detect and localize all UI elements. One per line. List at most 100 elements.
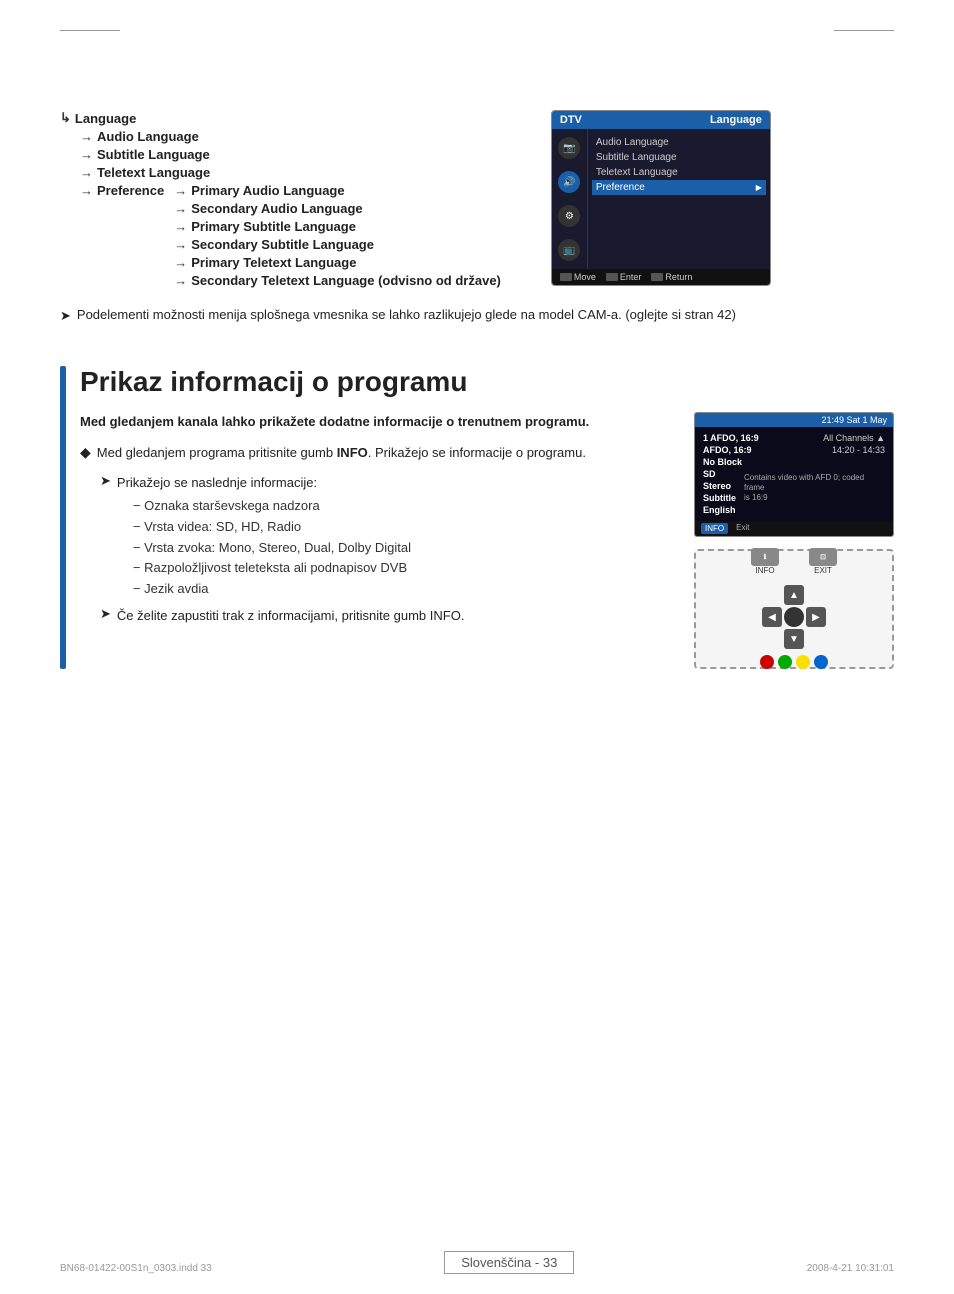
bullet-diamond: ◆ — [80, 444, 91, 461]
remote-buttons: ℹ INFO ⊡ EXIT ▲ — [751, 548, 837, 669]
page-bottom: BN68-01422-00S1n_0303.indd 33 Slovenščin… — [0, 1251, 954, 1274]
primary-subtitle-label: Primary Subtitle Language — [191, 219, 356, 234]
info-screen-body: 1 AFDO, 16:9 All Channels ▲ AFDO, 16:9 1… — [695, 427, 893, 521]
tv-menu-subtitle: Subtitle Language — [596, 150, 762, 165]
section2-with-panel: Med gledanjem kanala lahko prikažete dod… — [80, 412, 894, 669]
tv-info-screen: 21:49 Sat 1 May 1 AFDO, 16:9 All Channel… — [694, 412, 894, 537]
language-tree: ↳ Language → Audio Language → Subtitle L… — [60, 110, 501, 291]
info-row-6-left: English — [703, 505, 736, 515]
tree-preference: → Preference — [80, 183, 164, 198]
tv-footer-return: Return — [651, 272, 692, 282]
tv-header: DTV Language — [552, 111, 770, 129]
return-icon — [651, 273, 663, 281]
subnote2-arrow: ➤ — [100, 606, 111, 622]
info-row-3-4: SD Stereo Subtitle English Contains vide… — [703, 469, 885, 515]
tree-primary-subtitle: → Primary Subtitle Language — [174, 219, 501, 234]
secondary-teletext-label: Secondary Teletext Language (odvisno od … — [191, 273, 501, 288]
info-row-1-right: 14:20 - 14:33 — [832, 445, 885, 455]
nav-down: ▼ — [784, 629, 804, 649]
audio-language-label: Audio Language — [97, 129, 199, 144]
tree-secondary-subtitle: → Secondary Subtitle Language — [174, 237, 501, 252]
tree-teletext-language: → Teletext Language — [80, 165, 501, 180]
file-info: BN68-01422-00S1n_0303.indd 33 — [60, 1263, 212, 1274]
info-screen-header: 21:49 Sat 1 May — [695, 413, 893, 427]
tree-preference-row: → Preference → Primary Audio Language → … — [60, 183, 501, 291]
tree-audio-language: → Audio Language — [80, 129, 501, 144]
section1-note: ➤ Podelementi možnosti menija splošnega … — [60, 305, 894, 326]
primary-audio-arrow: → — [174, 183, 187, 198]
bullet-content: Med gledanjem programa pritisnite gumb I… — [97, 443, 658, 463]
info-btn: INFO — [701, 523, 728, 534]
subnote1: ➤ Prikažejo se naslednje informacije: Oz… — [100, 473, 658, 600]
enter-icon — [606, 273, 618, 281]
dash-list: Oznaka starševskega nadzora Vrsta videa:… — [133, 496, 411, 600]
info-row-4-left: Stereo — [703, 481, 736, 491]
tv-icon-4: 📺 — [558, 239, 580, 261]
info-row-2-left: No Block — [703, 457, 742, 467]
preference-children: → Primary Audio Language → Secondary Aud… — [174, 183, 501, 291]
tree-subtitle-language: → Subtitle Language — [80, 147, 501, 162]
info-row-1: AFDO, 16:9 14:20 - 14:33 — [703, 445, 885, 455]
secondary-audio-arrow: → — [174, 201, 187, 216]
tv-sidebar: 📷 🔊 ⚙ 📺 — [552, 129, 588, 269]
exit-btn-group: ⊡ EXIT — [809, 548, 837, 575]
top-border-right — [834, 30, 894, 31]
bullet-text1: Med gledanjem programa pritisnite gumb — [97, 445, 337, 460]
subnote1-content: Prikažejo se naslednje informacije: Ozna… — [117, 473, 411, 600]
secondary-subtitle-label: Secondary Subtitle Language — [191, 237, 374, 252]
section2-content: Prikaz informacij o programu Med gledanj… — [80, 366, 894, 669]
tv-menu-teletext: Teletext Language — [596, 165, 762, 180]
info-row-0-right: All Channels ▲ — [823, 433, 885, 443]
tv-menu-preference: Preference — [592, 180, 766, 195]
info-row-2: No Block — [703, 457, 885, 467]
info-row-0-left: 1 AFDO, 16:9 — [703, 433, 759, 443]
info-row-0: 1 AFDO, 16:9 All Channels ▲ — [703, 433, 885, 443]
dash-item-2: Vrsta zvoka: Mono, Stereo, Dual, Dolby D… — [133, 538, 411, 559]
info-left-col: SD Stereo Subtitle English — [703, 469, 736, 515]
language-section: ↳ Language → Audio Language → Subtitle L… — [60, 100, 894, 291]
tv-content: Audio Language Subtitle Language Teletex… — [588, 129, 770, 269]
remote-info-label: INFO — [755, 566, 774, 575]
note-content: Podelementi možnosti menija splošnega vm… — [77, 305, 736, 325]
dash-item-1: Vrsta videa: SD, HD, Radio — [133, 517, 411, 538]
preference-label: Preference — [97, 183, 164, 198]
secondary-subtitle-arrow: → — [174, 237, 187, 252]
yellow-button — [796, 655, 810, 669]
preference-left: → Preference — [60, 183, 164, 201]
info-btn-group: ℹ INFO — [751, 548, 779, 575]
section2-title: Prikaz informacij o programu — [80, 366, 894, 398]
nav-middle-row: ◀ ▶ — [762, 607, 826, 627]
tv-icon-2: 🔊 — [558, 171, 580, 193]
tv-footer-move: Move — [560, 272, 596, 282]
subnotes-container: ➤ Prikažejo se naslednje informacije: Oz… — [100, 473, 658, 626]
nav-up: ▲ — [784, 585, 804, 605]
preference-arrow: → — [80, 183, 93, 198]
top-border-left — [60, 30, 120, 31]
section-bar — [60, 366, 66, 669]
info-exit-label: Exit — [736, 523, 749, 534]
section2-intro: Med gledanjem kanala lahko prikažete dod… — [80, 412, 658, 432]
tv-menu-audio: Audio Language — [596, 135, 762, 150]
info-screens-column: 21:49 Sat 1 May 1 AFDO, 16:9 All Channel… — [694, 412, 894, 669]
dash-item-3: Razpoložljivost teleteksta ali podnapiso… — [133, 558, 411, 579]
dash-item-4: Jezik avdia — [133, 579, 411, 600]
language-arrow: ↳ — [60, 110, 71, 126]
subtitle-language-label: Subtitle Language — [97, 147, 210, 162]
nav-left: ◀ — [762, 607, 782, 627]
tv-header-left: DTV — [560, 114, 582, 126]
language-tree-wrapper: ↳ Language → Audio Language → Subtitle L… — [60, 110, 771, 291]
subnote2: ➤ Če želite zapustiti trak z informacija… — [100, 606, 658, 626]
tv-icon-3: ⚙ — [558, 205, 580, 227]
tree-secondary-teletext: → Secondary Teletext Language (odvisno o… — [174, 273, 501, 288]
teletext-language-arrow: → — [80, 165, 93, 180]
audio-language-arrow: → — [80, 129, 93, 144]
tv-language-screen: DTV Language 📷 🔊 ⚙ 📺 Audio Language — [551, 110, 771, 286]
bullet-bold: INFO — [337, 445, 368, 460]
info-row-3-left: SD — [703, 469, 736, 479]
remote-top-row: ℹ INFO ⊡ EXIT — [751, 548, 837, 575]
info-row-5-left: Subtitle — [703, 493, 736, 503]
tv-icon-1: 📷 — [558, 137, 580, 159]
secondary-teletext-arrow: → — [174, 273, 187, 288]
move-icon — [560, 273, 572, 281]
remote-exit-label: EXIT — [814, 566, 832, 575]
